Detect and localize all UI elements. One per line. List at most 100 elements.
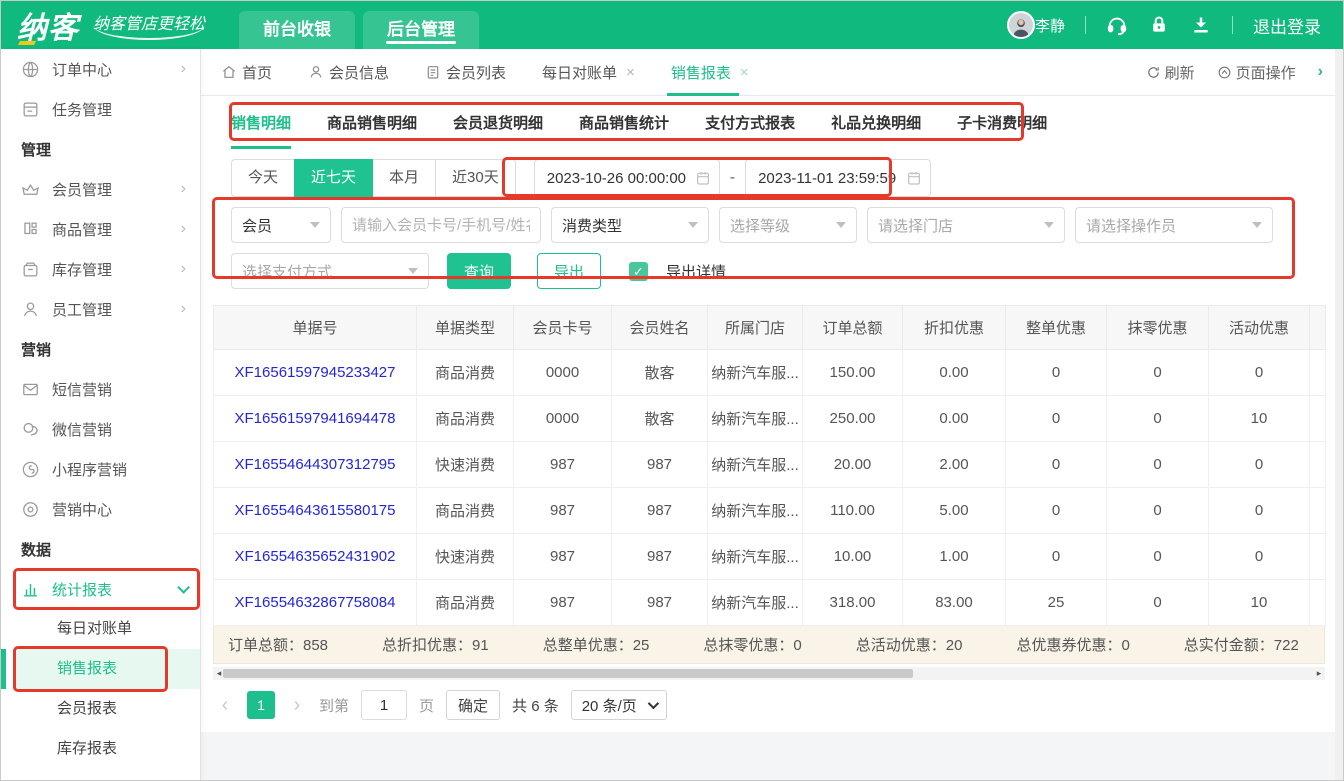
sidebar-item-task-mgmt[interactable]: 任务管理	[1, 89, 200, 129]
vertical-scrollbar[interactable]	[1335, 49, 1343, 781]
user-avatar[interactable]	[1007, 11, 1035, 39]
sidebar-item-member-mgmt[interactable]: 会员管理 ›	[1, 169, 200, 209]
prev-page-button[interactable]: ‹	[215, 694, 235, 717]
quick-date-last7days[interactable]: 近七天	[294, 159, 373, 197]
sidebar-subitem-daily-reconciliation[interactable]: 每日对账单	[1, 609, 200, 649]
scroll-right-arrow-icon[interactable]: ▸	[1313, 667, 1325, 680]
sidebar-item-sms-marketing[interactable]: 短信营销	[1, 369, 200, 409]
caret-down-icon	[1252, 222, 1262, 228]
order-no-link[interactable]: XF16554643615580175	[214, 488, 417, 534]
brand-tagline: 纳客管店更轻松	[93, 10, 205, 40]
goto-page-input[interactable]	[361, 690, 407, 720]
support-headset-icon[interactable]	[1106, 14, 1128, 36]
report-tab-member-returns-detail[interactable]: 会员退货明细	[453, 112, 543, 149]
sidebar-item-inventory-mgmt[interactable]: 库存管理 ›	[1, 249, 200, 289]
logout-button[interactable]: 退出登录	[1253, 13, 1321, 38]
page-operations-button[interactable]: 页面操作	[1217, 62, 1296, 83]
horizontal-scrollbar[interactable]: ◂ ▸	[213, 667, 1325, 680]
lock-icon[interactable]	[1148, 14, 1170, 36]
sidebar-subitem-staff-report[interactable]: 员工报表	[1, 769, 200, 781]
query-button[interactable]: 查询	[447, 253, 511, 289]
user-name[interactable]: 李静	[1035, 15, 1065, 36]
report-tab-sales-detail[interactable]: 销售明细	[231, 112, 291, 149]
col-header-order-total: 订单总额	[803, 306, 903, 350]
page-tab-sales-report[interactable]: 销售报表 ×	[671, 49, 749, 96]
clock-icon	[1217, 65, 1232, 80]
confirm-page-button[interactable]: 确定	[446, 690, 500, 720]
quick-date-today[interactable]: 今天	[231, 159, 295, 197]
page-tab-home[interactable]: 首页	[221, 49, 272, 96]
member-search-input[interactable]	[341, 207, 541, 243]
order-no-link[interactable]: XF16554644307312795	[214, 442, 417, 488]
goto-page-label: 到第	[319, 695, 349, 716]
sidebar-item-staff-mgmt[interactable]: 员工管理 ›	[1, 289, 200, 329]
summary-bar: 订单总额：858 总折扣优惠：91 总整单优惠：25 总抹零优惠：0 总活动优惠…	[213, 626, 1325, 664]
operator-select[interactable]: 请选择操作员	[1075, 207, 1273, 243]
order-no-link[interactable]: XF16561597945233427	[214, 350, 417, 396]
date-range-separator: -	[730, 169, 735, 187]
chevron-right-icon[interactable]: ›	[1318, 63, 1323, 81]
page-number-button[interactable]: 1	[247, 691, 275, 719]
level-select[interactable]: 选择等级	[719, 207, 857, 243]
order-no-link[interactable]: XF16554632867758084	[214, 580, 417, 626]
home-icon	[221, 64, 237, 80]
sidebar-item-statistics-reports[interactable]: 统计报表	[1, 569, 200, 609]
member-type-select[interactable]: 会员	[231, 207, 331, 243]
header-right: 李静 退出登录	[1007, 11, 1321, 39]
scrollbar-thumb[interactable]	[223, 669, 913, 678]
sidebar-item-order-center[interactable]: 订单中心 ›	[1, 49, 200, 89]
pagination: ‹ 1 › 到第 页 确定 共 6 条 20 条/页	[215, 690, 1343, 720]
header-divider	[1232, 16, 1233, 34]
col-header-rounding-discount: 抹零优惠	[1107, 306, 1209, 350]
caret-down-icon	[836, 222, 846, 228]
table-row: XF16554632867758084 商品消费987 987纳新汽车服... …	[214, 580, 1326, 626]
export-detail-checkbox[interactable]: ✓	[629, 262, 648, 281]
sidebar-subitem-sales-report[interactable]: 销售报表	[13, 649, 200, 689]
order-no-link[interactable]: XF16554635652431902	[214, 534, 417, 580]
filter-row-2: 选择支付方式 查询 导出 ✓ 导出详情	[231, 253, 1343, 289]
consume-type-select[interactable]: 消费类型	[551, 207, 709, 243]
payment-method-select[interactable]: 选择支付方式	[231, 253, 429, 289]
order-no-link[interactable]: XF16561597941694478	[214, 396, 417, 442]
main-area: 首页 会员信息 会员列表 每日对账单 × 销售报表 ×	[201, 49, 1343, 781]
sidebar-section-management: 管理	[1, 129, 200, 169]
download-icon[interactable]	[1190, 14, 1212, 36]
nav-tab-backend-admin[interactable]: 后台管理	[363, 11, 479, 49]
sidebar-item-product-mgmt[interactable]: 商品管理 ›	[1, 209, 200, 249]
sidebar-subitem-inventory-report[interactable]: 库存报表	[1, 729, 200, 769]
report-tab-subcard-consumption-detail[interactable]: 子卡消费明细	[957, 112, 1047, 149]
quick-date-last30days[interactable]: 近30天	[435, 159, 516, 197]
refresh-button[interactable]: 刷新	[1146, 62, 1195, 83]
next-page-button[interactable]: ›	[287, 694, 307, 717]
caret-down-icon	[647, 698, 658, 709]
sidebar-item-miniprogram-marketing[interactable]: 小程序营销	[1, 449, 200, 489]
close-icon[interactable]: ×	[740, 64, 749, 81]
page-tab-member-info[interactable]: 会员信息	[308, 49, 389, 96]
col-header-member-card: 会员卡号	[514, 306, 612, 350]
report-tab-product-sales-detail[interactable]: 商品销售明细	[327, 112, 417, 149]
report-tab-gift-redemption-detail[interactable]: 礼品兑换明细	[831, 112, 921, 149]
sidebar-item-marketing-center[interactable]: 营销中心	[1, 489, 200, 529]
quick-date-this-month[interactable]: 本月	[372, 159, 436, 197]
tasks-icon	[21, 100, 40, 119]
bar-chart-icon	[21, 580, 40, 599]
col-header-order-no: 单据号	[214, 306, 417, 350]
export-button[interactable]: 导出	[537, 253, 601, 289]
page-tab-member-list[interactable]: 会员列表	[425, 49, 506, 96]
col-header-store: 所属门店	[708, 306, 803, 350]
sidebar-subitem-member-report[interactable]: 会员报表	[1, 689, 200, 729]
page-tab-daily-reconciliation[interactable]: 每日对账单 ×	[542, 49, 635, 96]
date-to-input[interactable]: 2023-11-01 23:59:59	[745, 159, 931, 197]
page-size-select[interactable]: 20 条/页	[571, 690, 667, 720]
caret-down-icon	[688, 222, 698, 228]
nav-tab-front-cashier[interactable]: 前台收银	[239, 11, 355, 49]
report-tab-payment-method-report[interactable]: 支付方式报表	[705, 112, 795, 149]
col-header-filler	[1310, 306, 1326, 350]
export-detail-label: 导出详情	[666, 261, 726, 282]
main-nav: 前台收银 后台管理	[239, 1, 479, 49]
sidebar-item-wechat-marketing[interactable]: 微信营销	[1, 409, 200, 449]
date-from-input[interactable]: 2023-10-26 00:00:00	[534, 159, 720, 197]
report-tab-product-sales-stats[interactable]: 商品销售统计	[579, 112, 669, 149]
store-select[interactable]: 请选择门店	[867, 207, 1065, 243]
close-icon[interactable]: ×	[626, 64, 635, 81]
